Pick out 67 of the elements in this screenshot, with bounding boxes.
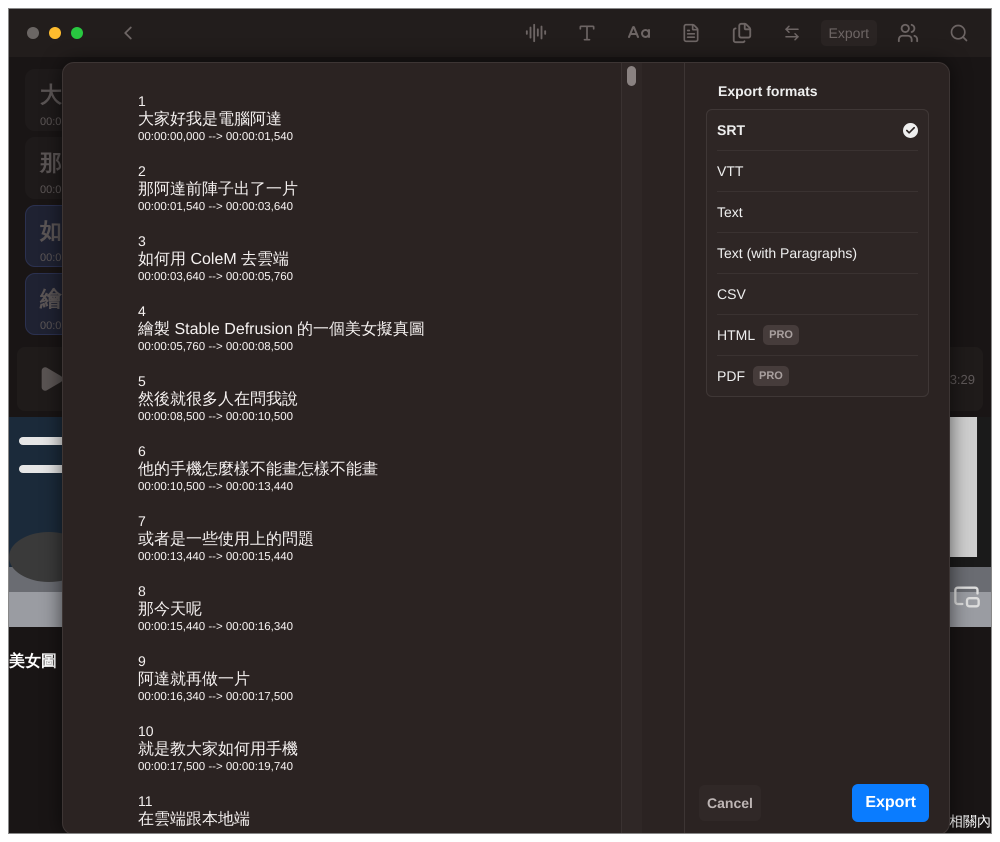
subtitle-timecode: 00:00:15,440 --> 00:00:16,340 [138,620,294,634]
people-icon[interactable] [897,22,919,44]
duration-text: 3:29 [950,372,975,386]
related-heading: 相關內 [949,813,991,831]
subtitle-index: 9 [138,653,147,670]
card-text: 那 [40,149,63,177]
subtitle-text: 在雲端跟本地端 [138,810,251,830]
subtitle-text: 就是教大家如何用手機 [138,740,299,760]
export-confirm-button[interactable]: Export [852,784,929,822]
subtitle-timecode: 00:00:01,540 --> 00:00:03,640 [138,200,294,214]
copy-icon[interactable] [730,22,753,44]
subtitle-text: 然後就很多人在問我說 [138,390,299,410]
subtitle-timecode: 00:00:10,500 --> 00:00:13,440 [138,480,294,494]
subtitle-timecode: 00:00:17,500 --> 00:00:19,740 [138,760,294,774]
subtitle-text: 或者是一些使用上的問題 [138,530,315,550]
subtitle-timecode: 00:00:03,640 --> 00:00:05,760 [138,270,294,284]
subtitle-text: 如何用 ColeM 去雲端 [138,250,290,270]
card-time: 00:0 [40,252,62,264]
subtitle-text: 他的手機怎麼樣不能畫怎樣不能畫 [138,460,379,480]
close-button[interactable] [27,27,39,39]
subtitle-index: 5 [138,373,147,390]
swap-icon[interactable] [782,24,801,42]
card-text: 大 [40,81,63,109]
format-option[interactable]: HTML PRO [717,314,918,355]
subtitle-index: 11 [138,793,154,810]
format-option[interactable]: Text (with Paragraphs) [717,232,918,273]
format-option[interactable]: SRT [717,110,918,150]
subtitle-timecode: 00:00:00,000 --> 00:00:01,540 [138,130,294,144]
subtitle-text: 阿達就再做一片 [138,670,251,690]
scrollbar-thumb[interactable] [627,66,636,86]
zoom-button[interactable] [71,27,83,39]
cancel-button[interactable]: Cancel [699,785,761,821]
subtitle-index: 2 [138,163,147,180]
subtitle-index: 6 [138,443,147,460]
subtitle-timecode: 00:00:16,340 --> 00:00:17,500 [138,690,294,704]
subtitle-index: 7 [138,513,147,530]
document-icon[interactable] [680,23,701,43]
subtitle-index: 8 [138,583,147,600]
format-option[interactable]: VTT [717,150,918,191]
subtitle-text: 那阿達前陣子出了一片 [138,180,299,200]
panel-title: Export formats [718,83,819,99]
card-text: 繪 [40,285,63,313]
subtitle-index: 3 [138,233,147,250]
checkmark-icon [903,122,918,138]
pro-badge: PRO [763,325,799,345]
video-title: 美女圖 [9,651,57,672]
format-option[interactable]: CSV [717,273,918,314]
subtitle-index: 1 [138,93,147,110]
format-option[interactable]: PDF PRO [717,355,918,396]
subtitle-timecode: 00:00:13,440 --> 00:00:15,440 [138,550,294,564]
format-option[interactable]: Text [717,191,918,232]
subtitle-index: 10 [138,723,155,740]
subtitle-index: 4 [138,303,147,320]
subtitle-text: 大家好我是電腦阿達 [138,110,283,130]
search-icon[interactable] [949,23,969,43]
card-time: 00:0 [40,116,62,128]
card-time: 00:0 [40,184,62,196]
subtitle-timecode: 00:00:08,500 --> 00:00:10,500 [138,410,294,424]
text-icon[interactable] [576,23,597,43]
subtitle-timecode: 00:00:05,760 --> 00:00:08,500 [138,340,294,354]
subtitle-text: 繪製 Stable Defrusion 的一個美女擬真圖 [138,320,426,340]
waveform-icon[interactable] [524,22,547,44]
subtitle-text: 那今天呢 [138,600,203,620]
minimize-button[interactable] [49,27,61,39]
pro-badge: PRO [753,366,789,386]
card-time: 00:0 [40,320,62,332]
card-text: 如 [40,217,63,245]
